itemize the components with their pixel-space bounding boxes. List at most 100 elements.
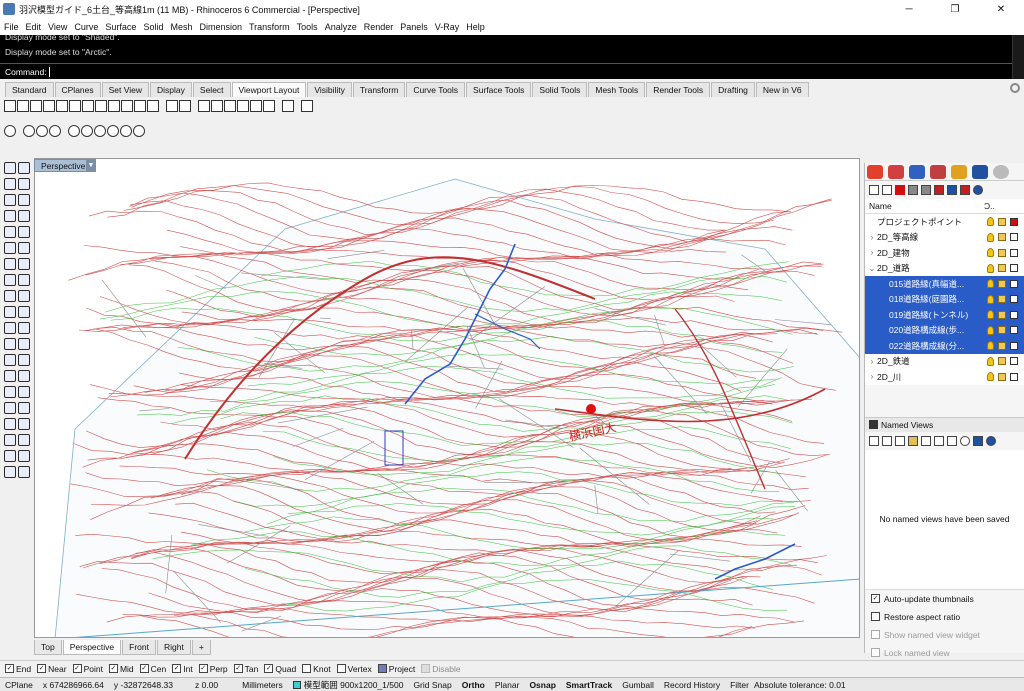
layer-row[interactable]: 020道路構成線(歩... [865, 322, 1024, 338]
menu-transform[interactable]: Transform [249, 22, 290, 32]
display-icon[interactable] [909, 164, 925, 179]
layer-visibility-bulb-icon[interactable] [987, 263, 994, 273]
rotate-view-icon[interactable] [23, 125, 35, 137]
osnap-knot[interactable]: Knot [302, 664, 331, 674]
tab-display[interactable]: Display [150, 82, 192, 97]
tab-curve-tools[interactable]: Curve Tools [406, 82, 466, 97]
checkbox[interactable]: ✓ [264, 664, 274, 673]
gumball-toggle[interactable]: Gumball [617, 680, 659, 690]
view-icon[interactable] [94, 125, 106, 137]
libraries-icon[interactable] [951, 164, 967, 179]
tab-select[interactable]: Select [192, 82, 231, 97]
render-icon[interactable] [4, 434, 16, 446]
extrude-icon[interactable] [18, 258, 30, 270]
layer-color-swatch[interactable] [1010, 217, 1018, 226]
layer-lock-icon[interactable] [998, 357, 1006, 366]
group-icon[interactable] [18, 370, 30, 382]
layer-visibility-bulb-icon[interactable] [987, 356, 994, 366]
edit-view-icon[interactable] [882, 435, 892, 446]
join-icon[interactable] [18, 322, 30, 334]
checkbox[interactable]: ✓ [233, 664, 243, 673]
add-viewport-tab[interactable]: + [191, 640, 211, 655]
menu-view[interactable]: View [48, 22, 67, 32]
osnap-toggle[interactable]: Osnap [524, 680, 560, 690]
close-viewport-icon[interactable] [108, 100, 120, 112]
units-label[interactable]: Millimeters [237, 680, 288, 690]
layer-row[interactable]: › 2D_鉄道 [865, 353, 1024, 369]
expand-chevron-icon[interactable]: ⌄ [867, 264, 877, 273]
ortho-toggle[interactable]: Ortho [457, 680, 490, 690]
layer-visibility-bulb-icon[interactable] [987, 294, 994, 304]
polygon-icon[interactable] [4, 210, 16, 222]
print-icon[interactable] [282, 100, 294, 112]
layer-lock-icon[interactable] [998, 372, 1006, 381]
layers-icon[interactable] [888, 164, 904, 179]
layer-color-swatch[interactable] [1010, 341, 1018, 350]
copy-view-icon[interactable] [934, 435, 944, 446]
checkbox[interactable] [302, 664, 312, 673]
move-icon[interactable] [4, 338, 16, 350]
block-icon[interactable] [18, 402, 30, 414]
command-input[interactable]: Command: [0, 63, 1024, 79]
zoom-icon[interactable] [134, 100, 146, 112]
named-views-icon[interactable] [972, 164, 988, 179]
expand-chevron-icon[interactable]: › [867, 372, 877, 381]
delete-layer-icon[interactable] [895, 185, 905, 195]
help-icon[interactable] [986, 435, 996, 446]
perspective-viewport[interactable]: 横浜国大 [34, 158, 860, 638]
save-view-icon[interactable] [869, 435, 879, 446]
layer-color-swatch[interactable] [1010, 295, 1018, 304]
sphere-icon[interactable] [18, 274, 30, 286]
minimize-button[interactable]: ─ [886, 0, 932, 18]
detail-icon[interactable] [224, 100, 236, 112]
osnap-end[interactable]: ✓ End [5, 664, 31, 674]
interp-curve-icon[interactable] [18, 226, 30, 238]
two-viewports-icon[interactable] [17, 100, 29, 112]
layer-row[interactable]: 022道路構成線(分... [865, 338, 1024, 354]
layer-color-swatch[interactable] [1010, 279, 1018, 288]
layer-row[interactable]: プロジェクトポイント [865, 214, 1024, 230]
text-icon[interactable] [4, 386, 16, 398]
command-scrollbar[interactable] [1012, 35, 1024, 79]
layer-visibility-bulb-icon[interactable] [987, 232, 994, 242]
layer-row[interactable]: 018道路縁(庭園路... [865, 291, 1024, 307]
layer-visibility-bulb-icon[interactable] [987, 341, 994, 351]
new-floating-icon[interactable] [95, 100, 107, 112]
menu-analyze[interactable]: Analyze [325, 22, 357, 32]
help-icon[interactable] [973, 185, 983, 195]
monitor-icon[interactable] [973, 435, 983, 446]
circle-icon[interactable] [4, 194, 16, 206]
selection-icon[interactable] [81, 125, 93, 137]
checkbox[interactable]: ✓ [37, 664, 47, 673]
filter-icon[interactable] [68, 125, 80, 137]
menu-vray[interactable]: V-Ray [435, 22, 460, 32]
move-down-icon[interactable] [921, 185, 931, 195]
open-view-icon[interactable] [908, 435, 918, 446]
layer-lock-icon[interactable] [998, 217, 1006, 226]
layer-row[interactable]: 015道路縁(真幅道... [865, 276, 1024, 292]
menu-panels[interactable]: Panels [400, 22, 428, 32]
layer-lock-icon[interactable] [998, 326, 1006, 335]
layer-extra-header[interactable]: Ɔ.. [984, 201, 1024, 211]
layer-color-swatch[interactable] [1010, 357, 1018, 366]
light-icon[interactable] [18, 434, 30, 446]
expand-chevron-icon[interactable]: › [867, 233, 877, 242]
materials-icon[interactable] [930, 164, 946, 179]
select-arrow-icon[interactable] [4, 162, 16, 174]
expand-chevron-icon[interactable]: › [867, 248, 877, 257]
four-viewports-icon[interactable] [43, 100, 55, 112]
boolean-icon[interactable] [4, 306, 16, 318]
checkbox[interactable] [336, 664, 346, 673]
osnap-disable[interactable]: Disable [421, 664, 461, 674]
arc-icon[interactable] [18, 194, 30, 206]
layer-visibility-bulb-icon[interactable] [987, 217, 994, 227]
tab-render-tools[interactable]: Render Tools [646, 82, 711, 97]
clipping-plane-icon[interactable] [4, 125, 16, 137]
rectangle-icon[interactable] [18, 210, 30, 222]
move-parent-icon[interactable] [934, 185, 944, 195]
smarttrack-toggle[interactable]: SmartTrack [561, 680, 617, 690]
layer-lock-icon[interactable] [998, 279, 1006, 288]
layer-color-swatch[interactable] [1010, 372, 1018, 381]
checkbox[interactable]: ✓ [871, 594, 880, 603]
snap-icon[interactable] [18, 466, 30, 478]
